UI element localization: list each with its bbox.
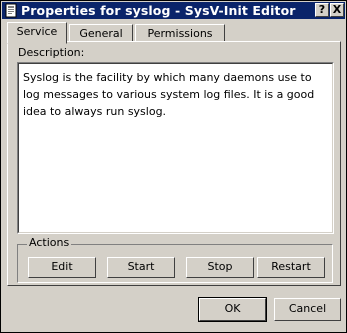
stop-button[interactable]: Stop [186,257,254,278]
ok-button[interactable]: OK [198,297,267,322]
tab-permissions-label: Permissions [147,27,213,40]
restart-button-label: Restart [271,260,311,273]
cancel-button[interactable]: Cancel [274,298,341,321]
close-button[interactable]: X [330,3,344,17]
ok-button-label: OK [224,302,241,315]
title-bar[interactable]: Properties for syslog - SysV-Init Editor… [2,2,345,19]
edit-button-label: Edit [51,260,73,273]
help-button[interactable]: ? [315,3,329,17]
properties-dialog: Properties for syslog - SysV-Init Editor… [0,0,347,333]
description-text: Syslog is the facility by which many dae… [23,71,315,118]
edit-button[interactable]: Edit [28,257,96,278]
stop-button-label: Stop [207,260,233,273]
window-title: Properties for syslog - SysV-Init Editor [21,3,296,18]
app-icon [5,3,17,18]
tab-general-label: General [79,27,123,40]
actions-group-label: Actions [27,236,72,249]
tab-service[interactable]: Service [7,22,67,44]
restart-button[interactable]: Restart [257,257,325,278]
tab-service-label: Service [16,25,58,38]
description-label: Description: [18,46,85,59]
cancel-button-label: Cancel [288,302,327,315]
start-button-label: Start [127,260,155,273]
description-textarea[interactable]: Syslog is the facility by which many dae… [17,62,334,234]
start-button[interactable]: Start [107,257,175,278]
